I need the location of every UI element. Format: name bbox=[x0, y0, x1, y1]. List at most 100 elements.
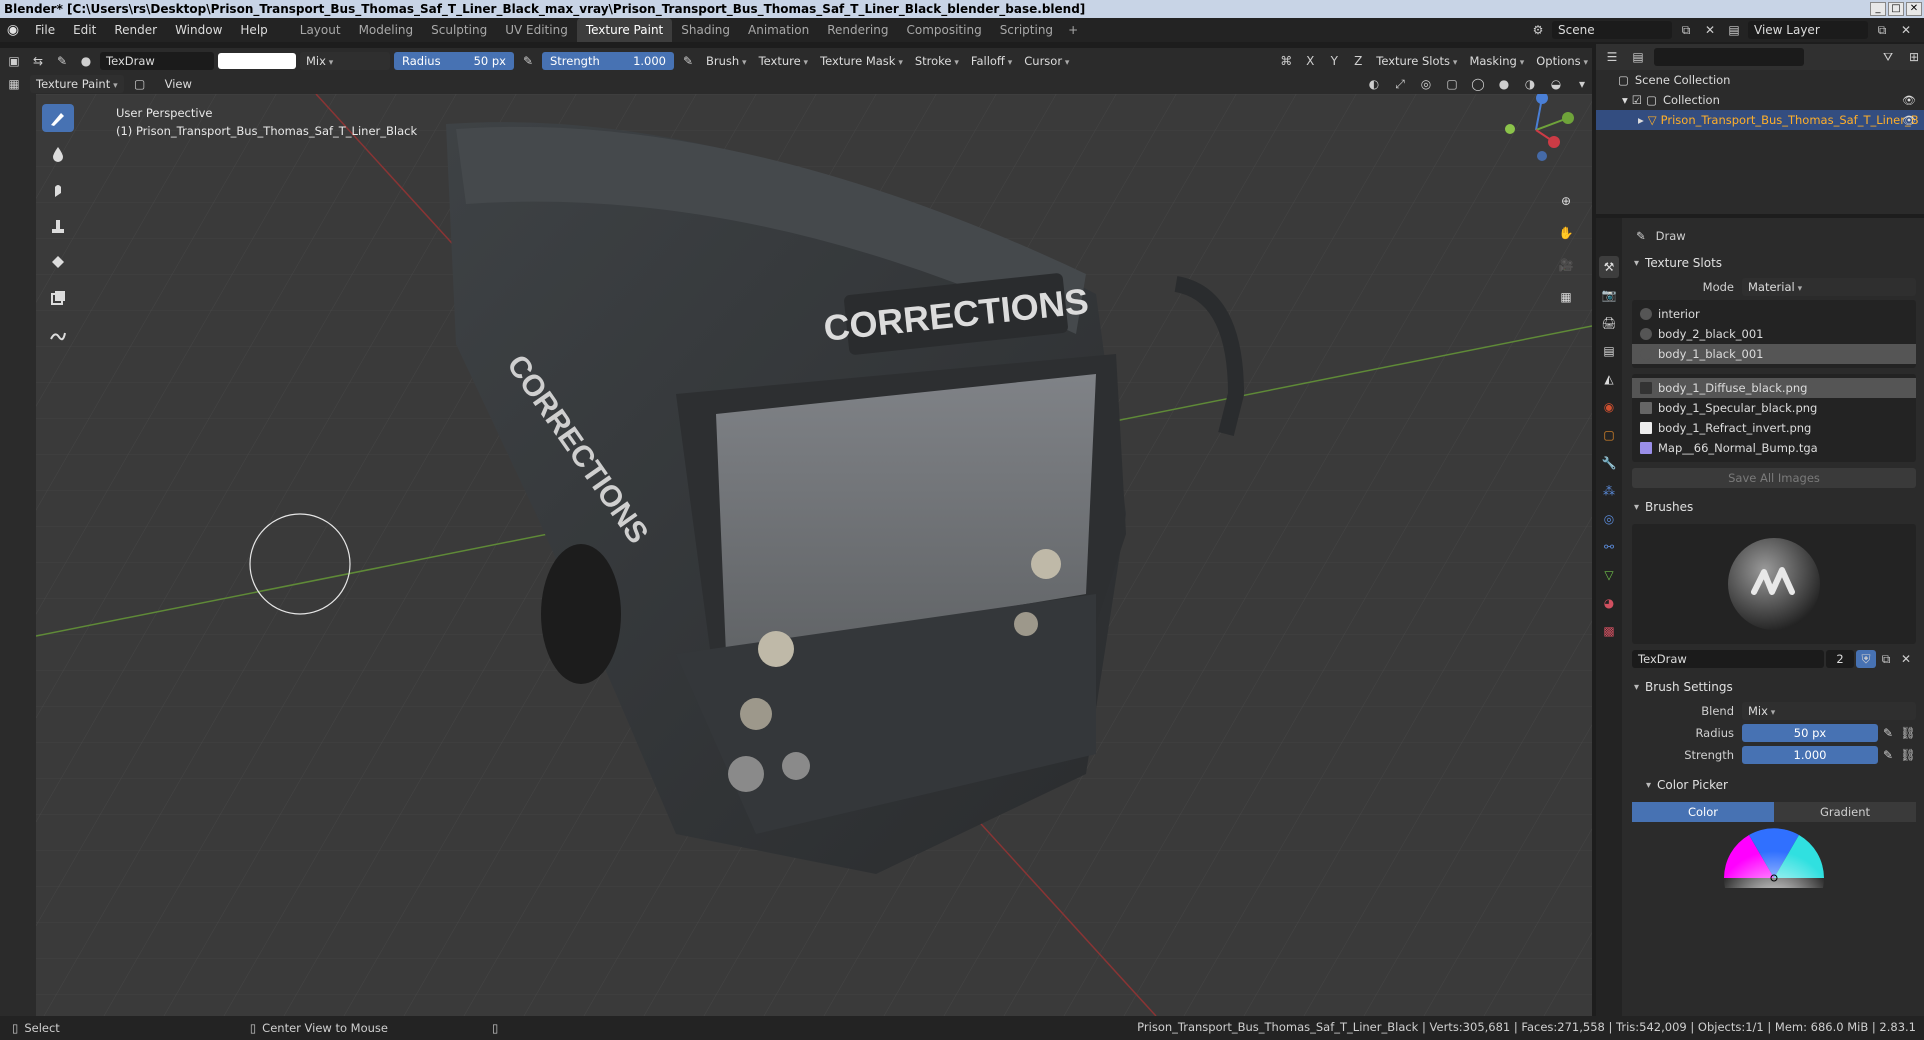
symmetry-icon[interactable]: ⌘ bbox=[1276, 52, 1296, 70]
list-item[interactable]: interior bbox=[1632, 304, 1916, 324]
radius-slider[interactable]: Radius 50 px bbox=[394, 52, 514, 70]
outliner-object-row[interactable]: ▸ ▽ Prison_Transport_Bus_Thomas_Saf_T_Li… bbox=[1596, 110, 1924, 130]
unlink-brush-icon[interactable]: ✕ bbox=[1896, 650, 1916, 668]
strength-slider[interactable]: Strength 1.000 bbox=[542, 52, 674, 70]
interaction-mode-dropdown[interactable]: Texture Paint bbox=[30, 75, 124, 93]
solid-shading-icon[interactable]: ● bbox=[1494, 75, 1514, 93]
outliner-collection[interactable]: ▾ ☑ ▢ Collection 👁 bbox=[1596, 90, 1924, 110]
gizmo-neg-z-handle[interactable] bbox=[1537, 151, 1547, 161]
rendered-shading-icon[interactable]: ◒ bbox=[1546, 75, 1566, 93]
zoom-icon[interactable]: ⊕ bbox=[1554, 190, 1578, 212]
brush-users-count[interactable]: 2 bbox=[1826, 650, 1854, 668]
minimize-icon[interactable]: _ bbox=[1870, 2, 1886, 16]
tool-tab-icon[interactable]: ⚒ bbox=[1599, 256, 1619, 278]
editor-type-icon[interactable]: ▣ bbox=[4, 52, 24, 70]
axis-z-toggle[interactable]: Z bbox=[1348, 52, 1368, 70]
tab-sculpting[interactable]: Sculpting bbox=[422, 18, 496, 42]
annotate-tool-button[interactable] bbox=[42, 320, 74, 348]
object-tab-icon[interactable]: ▢ bbox=[1599, 424, 1619, 446]
list-item[interactable]: body_1_Diffuse_black.png bbox=[1632, 378, 1916, 398]
stroke-menu[interactable]: Stroke bbox=[911, 54, 963, 68]
list-item[interactable]: body_1_Refract_invert.png bbox=[1632, 418, 1916, 438]
physics-tab-icon[interactable]: ◎ bbox=[1599, 508, 1619, 530]
color-wheel[interactable] bbox=[1724, 828, 1824, 888]
menu-window[interactable]: Window bbox=[166, 18, 231, 42]
brush-datablock-icon[interactable]: ● bbox=[76, 52, 96, 70]
menu-edit[interactable]: Edit bbox=[64, 18, 105, 42]
axis-x-toggle[interactable]: X bbox=[1300, 52, 1320, 70]
pan-hand-icon[interactable]: ✋ bbox=[1554, 222, 1578, 244]
falloff-menu[interactable]: Falloff bbox=[967, 54, 1016, 68]
texture-tab-icon[interactable]: ▩ bbox=[1599, 620, 1619, 642]
brush-name-field[interactable]: TexDraw bbox=[1632, 650, 1824, 668]
delete-view-layer-icon[interactable]: ✕ bbox=[1896, 21, 1916, 39]
outliner-editor-type-icon[interactable]: ☰ bbox=[1602, 48, 1622, 66]
scene-tab-icon[interactable]: ◭ bbox=[1599, 368, 1619, 390]
maximize-icon[interactable]: □ bbox=[1888, 2, 1904, 16]
brushes-panel-header[interactable]: Brushes bbox=[1624, 494, 1924, 520]
new-scene-icon[interactable]: ⧉ bbox=[1676, 21, 1696, 39]
view-menu[interactable]: View bbox=[156, 72, 201, 96]
world-tab-icon[interactable]: ◉ bbox=[1599, 396, 1619, 418]
scene-name-field[interactable]: Scene bbox=[1552, 21, 1672, 39]
duplicate-brush-icon[interactable]: ⧉ bbox=[1876, 650, 1896, 668]
material-shading-icon[interactable]: ◑ bbox=[1520, 75, 1540, 93]
particles-tab-icon[interactable]: ⁂ bbox=[1599, 480, 1619, 502]
brush-color-swatch[interactable] bbox=[218, 53, 296, 69]
texture-slots-panel-header[interactable]: Texture Slots bbox=[1624, 250, 1924, 276]
scene-icon[interactable]: ⚙ bbox=[1528, 21, 1548, 39]
tab-gradient[interactable]: Gradient bbox=[1774, 802, 1916, 822]
view-layer-field[interactable]: View Layer bbox=[1748, 21, 1868, 39]
unified-icon[interactable]: ⛓ bbox=[1898, 724, 1918, 742]
clone-tool-button[interactable] bbox=[42, 212, 74, 240]
ortho-grid-icon[interactable]: ▦ bbox=[1554, 286, 1578, 308]
soften-tool-button[interactable] bbox=[42, 140, 74, 168]
camera-view-icon[interactable]: 🎥 bbox=[1554, 254, 1578, 276]
smear-tool-button[interactable] bbox=[42, 176, 74, 204]
list-item[interactable]: Map__66_Normal_Bump.tga bbox=[1632, 438, 1916, 458]
brush-menu[interactable]: Brush bbox=[702, 54, 751, 68]
shading-options-icon[interactable]: ▾ bbox=[1572, 75, 1592, 93]
tool-settings-icon[interactable]: ▦ bbox=[4, 75, 24, 93]
mode-menu-icon[interactable]: ⇆ bbox=[28, 52, 48, 70]
add-workspace-button[interactable]: + bbox=[1062, 18, 1084, 42]
tab-scripting[interactable]: Scripting bbox=[991, 18, 1062, 42]
gizmo-icon[interactable]: ⤢ bbox=[1390, 75, 1410, 93]
blend-dropdown[interactable]: Mix bbox=[1742, 702, 1916, 720]
list-item[interactable]: body_2_black_001 bbox=[1632, 324, 1916, 344]
mask-toggle-icon[interactable]: ▢ bbox=[130, 75, 150, 93]
texture-slots-menu[interactable]: Texture Slots bbox=[1372, 54, 1461, 68]
constraints-tab-icon[interactable]: ⚯ bbox=[1599, 536, 1619, 558]
radius-pressure-icon[interactable]: ✎ bbox=[518, 52, 538, 70]
masking-menu[interactable]: Masking bbox=[1465, 54, 1528, 68]
texture-mask-menu[interactable]: Texture Mask bbox=[816, 54, 907, 68]
list-item[interactable]: body_1_black_001 bbox=[1632, 344, 1916, 364]
material-tab-icon[interactable]: ◕ bbox=[1599, 592, 1619, 614]
cursor-menu[interactable]: Cursor bbox=[1020, 54, 1073, 68]
new-collection-icon[interactable]: ⊞ bbox=[1904, 48, 1924, 66]
display-mode-icon[interactable]: ▤ bbox=[1628, 48, 1648, 66]
fake-user-shield-icon[interactable]: ⛨ bbox=[1856, 650, 1876, 668]
outliner-scene-collection[interactable]: ▢ Scene Collection bbox=[1596, 70, 1924, 90]
eye-icon[interactable]: 👁 bbox=[1902, 114, 1916, 127]
strength-pressure-icon[interactable]: ✎ bbox=[678, 52, 698, 70]
tab-uv-editing[interactable]: UV Editing bbox=[496, 18, 577, 42]
menu-file[interactable]: File bbox=[26, 18, 64, 42]
list-item[interactable]: body_1_Specular_black.png bbox=[1632, 398, 1916, 418]
tab-modeling[interactable]: Modeling bbox=[350, 18, 423, 42]
tab-compositing[interactable]: Compositing bbox=[897, 18, 990, 42]
tab-rendering[interactable]: Rendering bbox=[818, 18, 897, 42]
mode-dropdown[interactable]: Material bbox=[1742, 278, 1916, 296]
view-layer-icon[interactable]: ▤ bbox=[1724, 21, 1744, 39]
brush-name-field[interactable]: TexDraw bbox=[100, 52, 214, 70]
tab-shading[interactable]: Shading bbox=[672, 18, 739, 42]
outliner-search-input[interactable] bbox=[1654, 48, 1804, 66]
gizmo-y-handle[interactable] bbox=[1562, 112, 1574, 124]
options-menu[interactable]: Options bbox=[1532, 54, 1592, 68]
unified-icon[interactable]: ⛓ bbox=[1898, 746, 1918, 764]
eye-icon[interactable]: 👁 bbox=[1902, 94, 1916, 107]
delete-scene-icon[interactable]: ✕ bbox=[1700, 21, 1720, 39]
tab-animation[interactable]: Animation bbox=[739, 18, 818, 42]
pressure-icon[interactable]: ✎ bbox=[1878, 724, 1898, 742]
view-layer-tab-icon[interactable]: ▤ bbox=[1599, 340, 1619, 362]
